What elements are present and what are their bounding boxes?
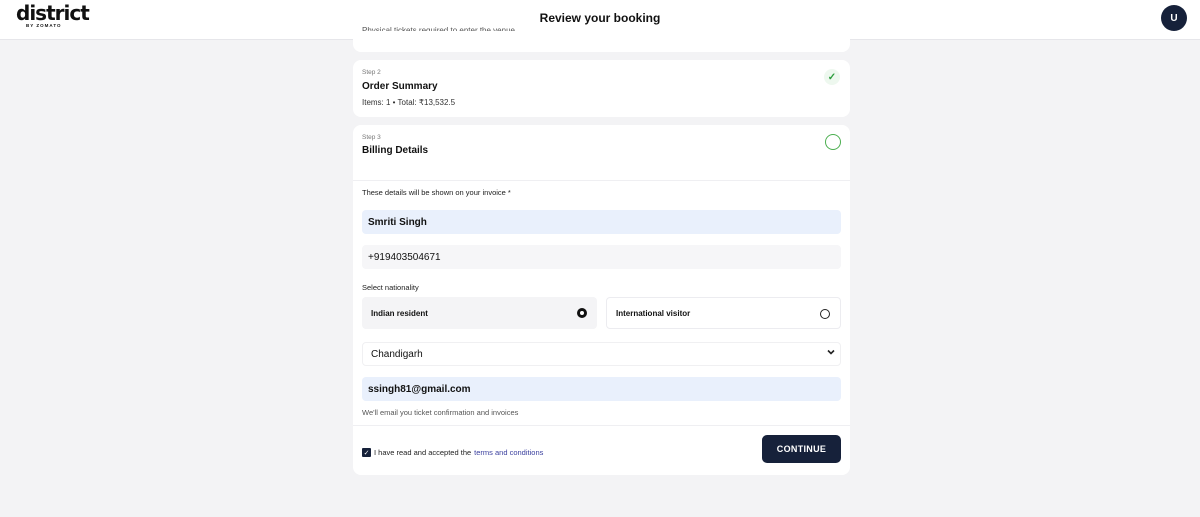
state-value: Chandigarh bbox=[371, 348, 423, 360]
invoice-label: These details will be shown on your invo… bbox=[362, 188, 511, 197]
order-summary-text: Items: 1 • Total: ₹13,532.5 bbox=[362, 98, 456, 107]
check-icon: ✓ bbox=[824, 69, 840, 85]
divider bbox=[353, 180, 850, 181]
order-summary-card[interactable]: Step 2 Order Summary Items: 1 • Total: ₹… bbox=[353, 60, 850, 117]
divider bbox=[353, 425, 850, 426]
state-select[interactable]: Chandigarh bbox=[362, 342, 841, 366]
name-field[interactable]: Smriti Singh bbox=[362, 210, 841, 234]
radio-selected-icon[interactable] bbox=[577, 308, 587, 318]
step-label: Step 2 bbox=[362, 69, 381, 76]
step1-card: Physical tickets required to enter the v… bbox=[353, 26, 850, 52]
page-title: Review your booking bbox=[539, 11, 661, 25]
step-label: Step 3 bbox=[362, 134, 381, 141]
option-label: International visitor bbox=[616, 308, 691, 318]
phone-field[interactable]: +919403504671 bbox=[362, 245, 841, 269]
user-avatar[interactable]: U bbox=[1161, 5, 1187, 31]
billing-details-card: Step 3 Billing Details These details wil… bbox=[353, 125, 850, 475]
terms-text: I have read and accepted the bbox=[374, 448, 472, 457]
email-hint: We'll email you ticket confirmation and … bbox=[362, 408, 519, 417]
order-summary-title: Order Summary bbox=[362, 81, 438, 92]
nationality-option-indian[interactable]: Indian resident bbox=[362, 297, 597, 329]
nationality-option-international[interactable]: International visitor bbox=[606, 297, 841, 329]
terms-link[interactable]: terms and conditions bbox=[474, 448, 543, 457]
option-label: Indian resident bbox=[371, 308, 428, 318]
radio-unselected-icon[interactable] bbox=[820, 309, 830, 319]
email-field[interactable]: ssingh81@gmail.com bbox=[362, 377, 841, 401]
billing-details-title: Billing Details bbox=[362, 145, 429, 156]
terms-row: ✓ I have read and accepted the terms and… bbox=[362, 448, 543, 457]
step1-info-text: Physical tickets required to enter the v… bbox=[362, 26, 515, 31]
nationality-label: Select nationality bbox=[362, 283, 419, 292]
chevron-down-icon bbox=[826, 347, 836, 360]
terms-checkbox[interactable]: ✓ bbox=[362, 448, 371, 457]
continue-button[interactable]: CONTINUE bbox=[762, 435, 841, 463]
pending-status-icon bbox=[825, 134, 841, 150]
